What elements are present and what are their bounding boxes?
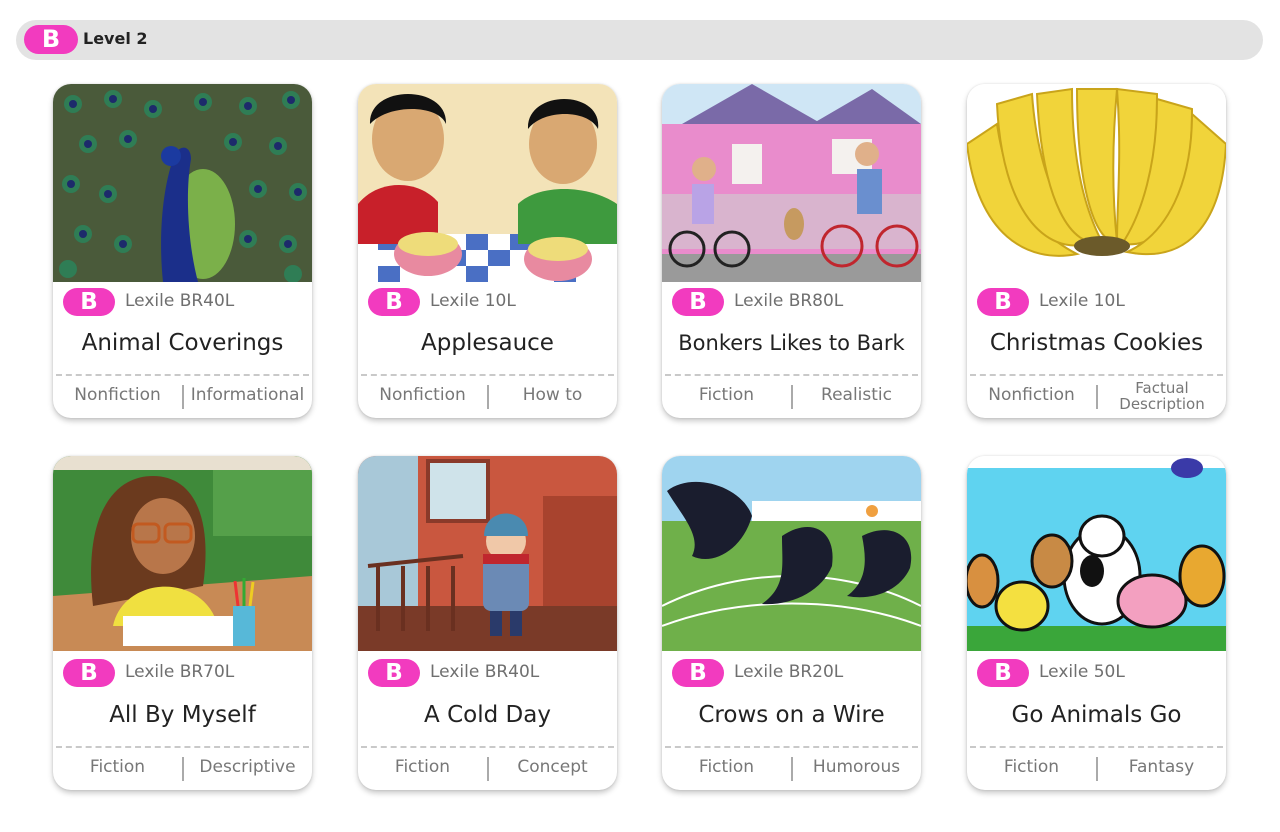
- book-card-go-animals-go[interactable]: B Lexile 50L Go Animals Go Fiction Fanta…: [967, 456, 1226, 790]
- dashed-divider: [665, 374, 918, 376]
- book-cover-bananas: [967, 84, 1226, 282]
- book-card-all-by-myself[interactable]: B Lexile BR70L All By Myself Fiction Des…: [53, 456, 312, 790]
- level-b-badge: B: [977, 288, 1029, 316]
- lexile-level: Lexile BR40L: [125, 291, 235, 311]
- level-b-badge: B: [368, 659, 420, 687]
- dashed-divider: [56, 374, 309, 376]
- level-b-badge: B: [977, 659, 1029, 687]
- book-title: All By Myself: [109, 702, 256, 728]
- subgenre-tag: Informational: [190, 385, 305, 405]
- subgenre-tag: Descriptive: [199, 757, 296, 777]
- book-card-applesauce[interactable]: B Lexile 10L Applesauce Nonfiction How t…: [358, 84, 617, 418]
- level-b-badge: B: [368, 288, 420, 316]
- level-badge: B: [24, 25, 78, 54]
- lexile-level: Lexile BR80L: [734, 291, 844, 311]
- dashed-divider: [665, 746, 918, 748]
- subgenre-tag: Factual Description: [1119, 379, 1205, 413]
- book-card-crows-on-a-wire[interactable]: B Lexile BR20L Crows on a Wire Fiction H…: [662, 456, 921, 790]
- book-cover-girl-drawing: [53, 456, 312, 651]
- lexile-level: Lexile 10L: [1039, 291, 1125, 311]
- book-cover-kids-on-bikes: [662, 84, 921, 282]
- book-title: Crows on a Wire: [698, 702, 885, 728]
- level-b-badge: B: [672, 288, 724, 316]
- book-title: Go Animals Go: [1011, 702, 1182, 728]
- dashed-divider: [361, 374, 614, 376]
- dashed-divider: [56, 746, 309, 748]
- book-card-a-cold-day[interactable]: B Lexile BR40L A Cold Day Fiction Concep…: [358, 456, 617, 790]
- lexile-level: Lexile 50L: [1039, 662, 1125, 682]
- genre-tag: Nonfiction: [74, 385, 161, 405]
- book-card-christmas-cookies[interactable]: B Lexile 10L Christmas Cookies Nonfictio…: [967, 84, 1226, 418]
- book-title: A Cold Day: [424, 702, 551, 728]
- subgenre-tag: Fantasy: [1128, 757, 1195, 777]
- level-header: B Level 2: [16, 20, 1263, 60]
- dashed-divider: [970, 374, 1223, 376]
- book-cover-applesauce: [358, 84, 617, 282]
- book-cover-peacock: [53, 84, 312, 282]
- subgenre-tag: Concept: [517, 757, 588, 777]
- book-cover-farm-animals: [967, 456, 1226, 651]
- genre-tag: Fiction: [89, 757, 146, 777]
- level-b-badge: B: [63, 659, 115, 687]
- genre-tag: Nonfiction: [988, 385, 1075, 405]
- subgenre-tag: Realistic: [821, 385, 892, 405]
- dashed-divider: [361, 746, 614, 748]
- lexile-level: Lexile 10L: [430, 291, 516, 311]
- tag-separator: [1096, 385, 1098, 409]
- genre-tag: Fiction: [394, 757, 451, 777]
- book-title: Animal Coverings: [81, 330, 284, 356]
- subgenre-tag: How to: [522, 385, 583, 405]
- book-card-bonkers-likes-to-bark[interactable]: B Lexile BR80L Bonkers Likes to Bark Fic…: [662, 84, 921, 418]
- lexile-level: Lexile BR20L: [734, 662, 844, 682]
- book-cover-boy-in-snow: [358, 456, 617, 651]
- level-label: Level 2: [83, 29, 148, 48]
- book-cover-crows-on-wire: [662, 456, 921, 651]
- dashed-divider: [970, 746, 1223, 748]
- book-card-animal-coverings[interactable]: B Lexile BR40L Animal Coverings Nonficti…: [53, 84, 312, 418]
- genre-tag: Fiction: [698, 385, 755, 405]
- book-title: Christmas Cookies: [989, 330, 1204, 356]
- genre-tag: Nonfiction: [379, 385, 466, 405]
- book-title: Bonkers Likes to Bark: [678, 331, 905, 355]
- genre-tag: Fiction: [1003, 757, 1060, 777]
- level-b-badge: B: [672, 659, 724, 687]
- lexile-level: Lexile BR70L: [125, 662, 235, 682]
- subgenre-tag: Humorous: [812, 757, 901, 777]
- book-title: Applesauce: [421, 330, 554, 356]
- lexile-level: Lexile BR40L: [430, 662, 540, 682]
- genre-tag: Fiction: [698, 757, 755, 777]
- level-b-badge: B: [63, 288, 115, 316]
